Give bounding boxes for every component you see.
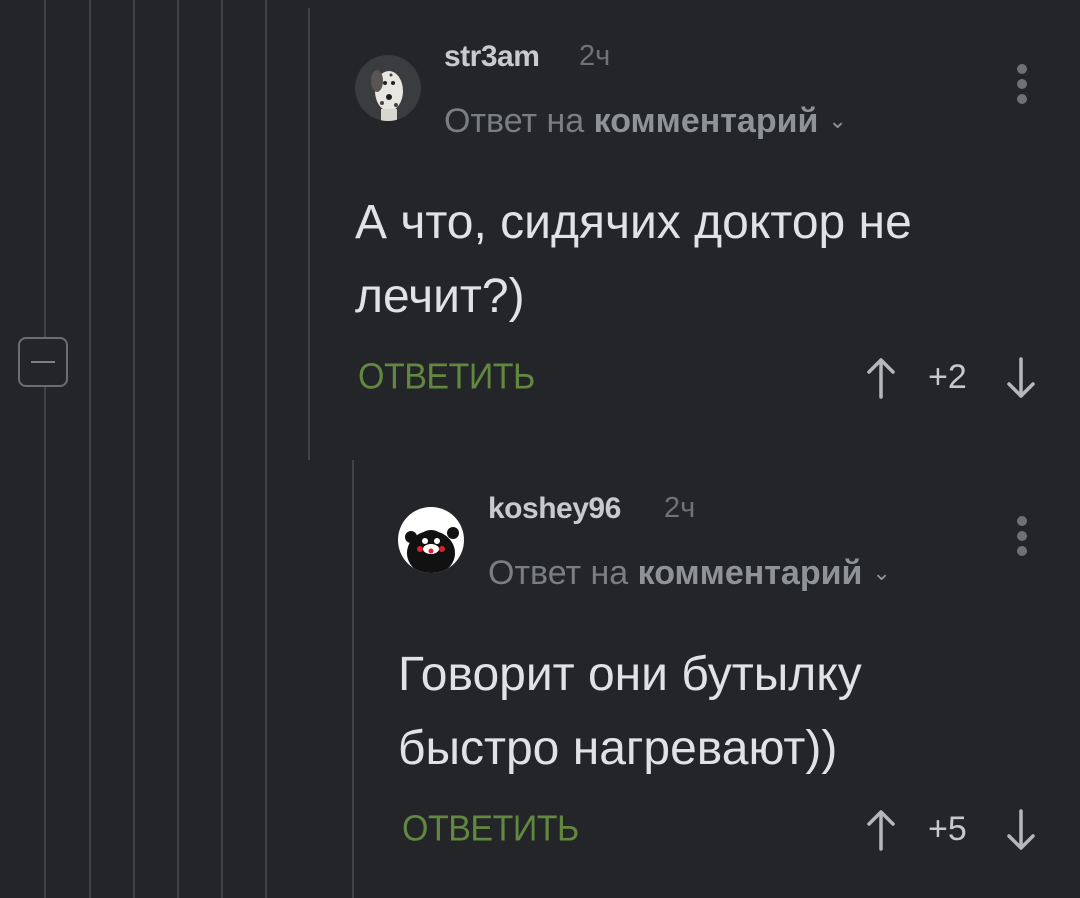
- collapse-thread-button[interactable]: [18, 337, 68, 387]
- comment-body: А что, сидячих доктор не лечит?): [355, 186, 912, 334]
- chevron-down-icon: ⌄: [828, 108, 847, 134]
- reply-to-prefix: Ответ на: [488, 554, 629, 592]
- thread-line: [89, 0, 91, 898]
- comment-author[interactable]: str3am: [444, 40, 540, 74]
- arrow-down-icon[interactable]: [1006, 809, 1036, 851]
- thread-line: [44, 0, 46, 898]
- comment-time: 2ч: [664, 492, 696, 524]
- reply-to-target: комментарий: [593, 102, 819, 140]
- user-avatar[interactable]: [398, 507, 464, 573]
- thread-line: [352, 460, 354, 898]
- comment-text-line: А что, сидячих доктор не: [355, 196, 912, 249]
- vertical-dots-icon[interactable]: [1012, 516, 1032, 562]
- reply-to-target: комментарий: [637, 554, 863, 592]
- reply-to-link[interactable]: Ответ на комментарий ⌄: [488, 554, 891, 593]
- thread-line: [308, 8, 310, 460]
- reply-to-link[interactable]: Ответ на комментарий ⌄: [444, 102, 847, 141]
- comment-text-line: лечит?): [355, 270, 525, 323]
- arrow-up-icon[interactable]: [866, 357, 896, 399]
- comment-time: 2ч: [579, 40, 611, 72]
- user-avatar[interactable]: [355, 55, 421, 121]
- reply-button[interactable]: ОТВЕТИТЬ: [358, 357, 535, 398]
- comment-text-line: быстро нагревают)): [398, 722, 838, 775]
- thread-line: [221, 0, 223, 898]
- dalmatian-dog-avatar: [355, 55, 421, 121]
- thread-line: [265, 0, 267, 898]
- reply-button[interactable]: ОТВЕТИТЬ: [402, 809, 579, 850]
- arrow-up-icon[interactable]: [866, 809, 896, 851]
- thread-line: [177, 0, 179, 898]
- comment-body: Говорит они бутылку быстро нагревают)): [398, 638, 862, 786]
- vote-score: +5: [928, 810, 967, 848]
- arrow-down-icon[interactable]: [1006, 357, 1036, 399]
- kumamon-bear-avatar: [398, 507, 464, 573]
- comment-author[interactable]: koshey96: [488, 492, 621, 526]
- vertical-dots-icon[interactable]: [1012, 64, 1032, 110]
- minus-square-icon: [31, 361, 55, 363]
- vote-score: +2: [928, 358, 967, 396]
- reply-to-prefix: Ответ на: [444, 102, 585, 140]
- thread-line: [133, 0, 135, 898]
- chevron-down-icon: ⌄: [872, 560, 891, 586]
- comment-text-line: Говорит они бутылку: [398, 648, 862, 701]
